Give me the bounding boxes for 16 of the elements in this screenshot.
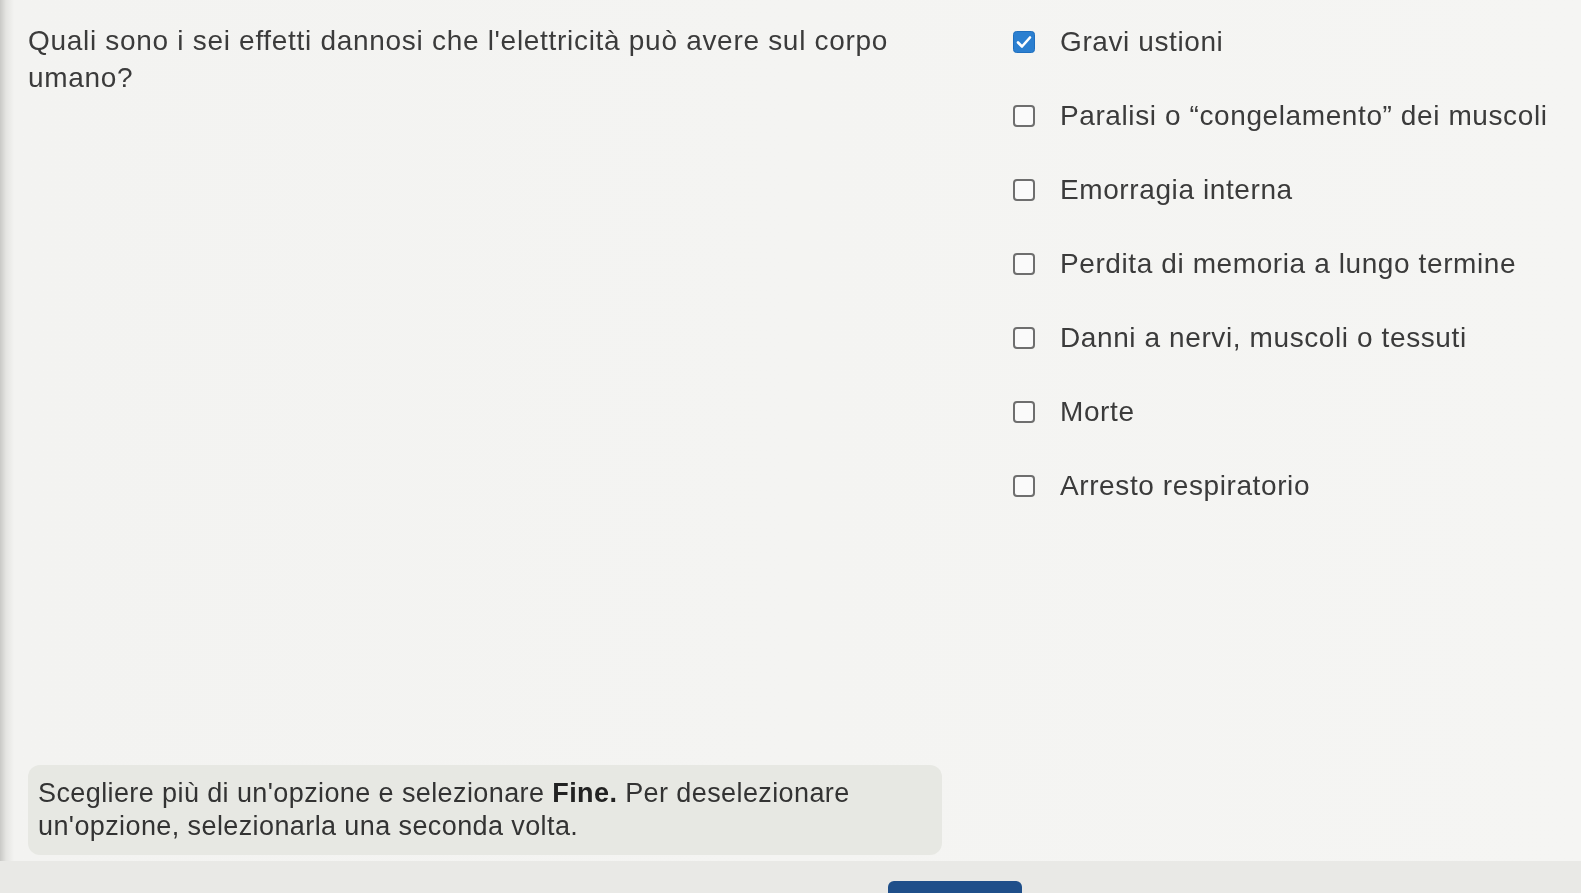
option-label[interactable]: Emorragia interna — [1060, 172, 1293, 208]
question-text: Quali sono i sei effetti dannosi che l'elettricità può avere sul corpo umano? — [28, 24, 890, 95]
checkbox[interactable] — [1013, 31, 1035, 53]
checkbox[interactable] — [1013, 253, 1035, 275]
instruction-text: Scegliere più di un'opzione e selezionare Fine. Per deselezionare un'opzione, selezionarla una seconda volta. — [28, 765, 942, 855]
checkbox[interactable] — [1013, 475, 1035, 497]
checkbox[interactable] — [1013, 327, 1035, 349]
checkbox[interactable] — [1013, 105, 1035, 127]
option-label[interactable]: Arresto respiratorio — [1060, 468, 1311, 504]
option-label[interactable]: Paralisi o “congelamento” dei muscoli — [1060, 98, 1548, 134]
checkbox[interactable] — [1013, 179, 1035, 201]
option-label[interactable]: Danni a nervi, muscoli o tessuti — [1060, 320, 1467, 356]
option-label[interactable]: Gravi ustioni — [1060, 24, 1224, 60]
checkbox[interactable] — [1013, 401, 1035, 423]
option-label[interactable]: Morte — [1060, 394, 1135, 430]
option-label[interactable]: Perdita di memoria a lungo termine — [1060, 246, 1517, 282]
